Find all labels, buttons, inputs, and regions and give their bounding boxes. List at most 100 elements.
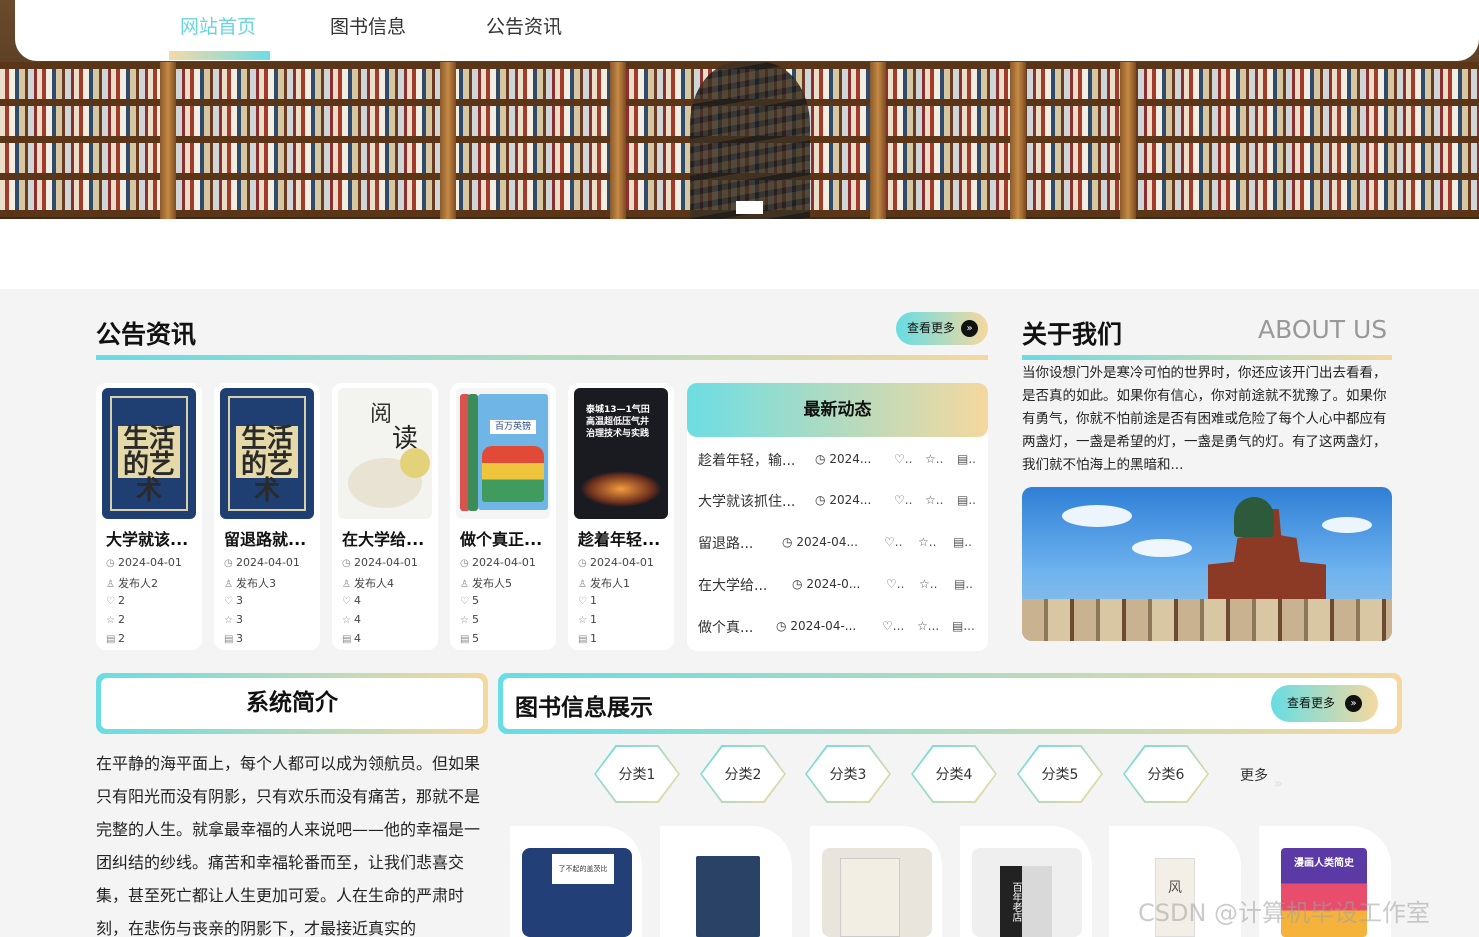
notice-title-underline [96,355,988,360]
notice-date: 2024-04-01 [472,556,536,569]
star-icon: ☆ [917,619,928,633]
thumbs-up-icon: ♡ [224,596,233,607]
carousel-indicator[interactable] [736,201,763,214]
latest-news-panel: 最新动态 趁着年轻，输... ◷ 2024... ♡.. ☆.. ▤.. 大学就… [687,383,988,651]
category-tab-3[interactable]: 分类3 [805,745,891,803]
thumbs-up-icon: ♡ [342,596,351,607]
category-label: 分类3 [829,767,867,783]
notice-card-title: 做个真正... [460,530,543,549]
intro-title-box: 系统简介 [96,673,488,734]
notice-card[interactable]: 生活的艺术 留退路就... ◷ 2024-04-01 ♙ 发布人3 ♡ 3 ☆ 3 ▤ 3 [214,383,320,650]
intro-title: 系统简介 [101,678,483,729]
thumbs-up-icon: ♡ [894,452,905,466]
category-tab-4[interactable]: 分类4 [911,745,997,803]
category-tab-1[interactable]: 分类1 [594,745,680,803]
comment-icon: ▤ [954,577,966,591]
notice-card[interactable]: 生活的艺术 大学就该... ◷ 2024-04-01 ♙ 发布人2 ♡ 2 ☆ 2 ▤ 2 [96,383,202,650]
latest-news-item[interactable]: 大学就该抓住... ◷ 2024... ♡.. ☆.. ▤.. [698,491,983,511]
latest-item-likes: ... [892,619,905,633]
thumbs-up-icon: ♡ [894,493,905,507]
clock-icon: ◷ [782,535,793,549]
star-icon: ☆ [106,615,115,626]
category-tab-6[interactable]: 分类6 [1123,745,1209,803]
latest-news-item[interactable]: 趁着年轻，输... ◷ 2024... ♡.. ☆.. ▤.. [698,450,983,470]
latest-item-date: 2024... [829,452,872,466]
notice-card-title: 留退路就... [224,530,307,549]
notice-comments: 3 [236,632,243,645]
thumbs-up-icon: ♡ [106,596,115,607]
clock-icon: ◷ [460,558,469,569]
spacer [0,219,1479,289]
comment-icon: ▤ [957,493,969,507]
notice-date: 2024-04-01 [354,556,418,569]
notice-more-button[interactable]: 查看更多 » [896,312,988,345]
notice-likes: 2 [118,594,125,607]
latest-item-likes: .. [894,535,903,549]
clock-icon: ◷ [776,619,787,633]
latest-item-stars: .. [935,493,944,507]
thumbs-up-icon: ♡ [886,577,897,591]
book-card[interactable]: 了不起的盖茨比 [510,826,642,937]
intro-text: 在平静的海平面上，每个人都可以成为领航员。但如果只有阳光而没有阴影，只有欢乐而没… [96,754,481,937]
notice-author: 发布人3 [236,577,276,590]
notice-card-title: 在大学给... [342,530,425,549]
star-icon: ☆ [224,615,233,626]
notice-card-title: 大学就该... [106,530,189,549]
clock-icon: ◷ [792,577,803,591]
latest-item-stars: .. [929,577,938,591]
notice-section-title: 公告资讯 [96,320,197,349]
book-card[interactable]: 百年老店 [960,826,1092,937]
latest-news-item[interactable]: 做个真... ◷ 2024-04-... ♡... ☆... ▤... [698,617,983,637]
user-icon: ♙ [224,579,233,590]
nav-notices[interactable]: 公告资讯 [486,12,562,39]
latest-news-item[interactable]: 在大学给... ◷ 2024-0... ♡.. ☆.. ▤.. [698,575,983,595]
clock-icon: ◷ [342,558,351,569]
book-card[interactable] [660,826,792,937]
category-label: 分类6 [1147,767,1185,783]
latest-news-title: 最新动态 [687,383,988,437]
user-icon: ♙ [106,579,115,590]
notice-stars: 5 [472,613,479,626]
latest-item-stars: .. [935,452,944,466]
comment-icon: ▤ [953,535,965,549]
notice-author: 发布人4 [354,577,394,590]
book-card[interactable] [810,826,942,937]
latest-item-comments: .. [968,493,976,507]
notice-cover-image: 生活的艺术 [220,388,314,519]
notice-comments: 4 [354,632,361,645]
latest-news-item[interactable]: 留退路... ◷ 2024-04... ♡.. ☆.. ▤.. [698,533,983,553]
category-label: 分类4 [935,767,973,783]
category-more-link[interactable]: 更多 [1240,765,1268,785]
latest-item-likes: .. [904,452,913,466]
comment-icon: ▤ [106,634,116,645]
star-icon: ☆ [925,493,936,507]
thumbs-up-icon: ♡ [460,596,469,607]
star-icon: ☆ [578,615,587,626]
nav-home[interactable]: 网站首页 [180,12,256,39]
latest-item-date: 2024-0... [806,577,861,591]
books-more-button[interactable]: 查看更多 » [1271,685,1378,722]
books-section-title: 图书信息展示 [515,695,653,721]
user-icon: ♙ [578,579,587,590]
category-tab-5[interactable]: 分类5 [1017,745,1103,803]
user-icon: ♙ [460,579,469,590]
star-icon: ☆ [918,535,929,549]
notice-author: 发布人2 [118,577,158,590]
notice-card[interactable]: 百万英镑 做个真正... ◷ 2024-04-01 ♙ 发布人5 ♡ 5 ☆ 5 ▤ 5 [450,383,556,650]
more-label: 查看更多 [907,321,956,335]
comment-icon: ▤ [342,634,352,645]
notice-date: 2024-04-01 [118,556,182,569]
nav-books[interactable]: 图书信息 [330,12,406,39]
notice-cover-image: 泰城13—1气田 高温超低压气井 治理技术与实践 [574,388,668,519]
about-title-underline [1022,355,1392,360]
category-tab-2[interactable]: 分类2 [700,745,786,803]
clock-icon: ◷ [815,452,826,466]
notice-card[interactable]: 泰城13—1气田 高温超低压气井 治理技术与实践 趁着年轻... ◷ 2024-0… [568,383,674,650]
clock-icon: ◷ [106,558,115,569]
latest-item-date: 2024-04-... [790,619,857,633]
latest-item-stars: .. [928,535,937,549]
notice-card[interactable]: 阅 读 在大学给... ◷ 2024-04-01 ♙ 发布人4 ♡ 4 ☆ 4 ▤ 4 [332,383,438,650]
star-icon: ☆ [919,577,930,591]
about-image [1022,487,1392,641]
user-icon: ♙ [342,579,351,590]
